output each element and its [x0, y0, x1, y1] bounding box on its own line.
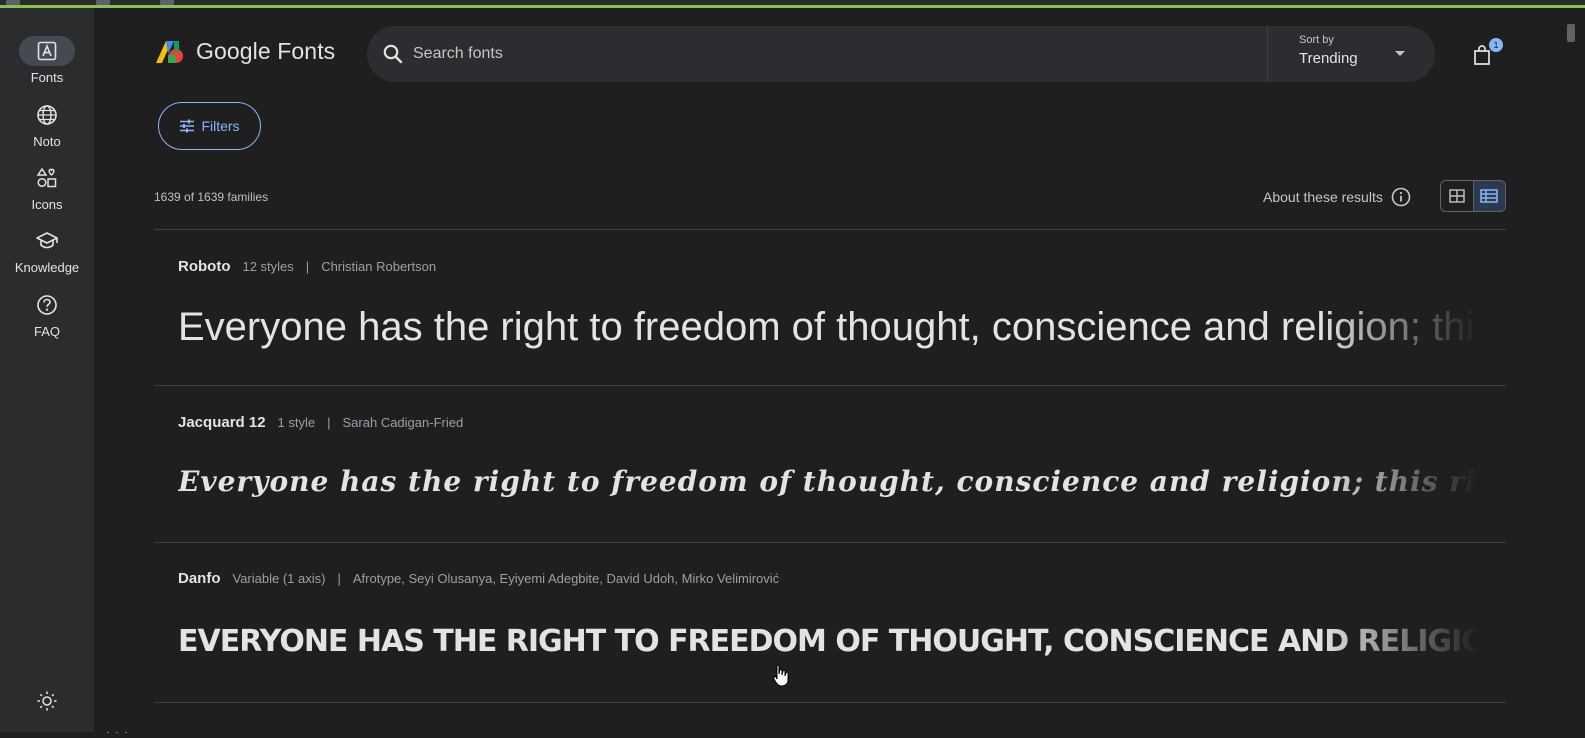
browser-top-strip: [0, 0, 1585, 8]
sort-label: Sort by: [1299, 34, 1334, 46]
font-styles: 12 styles: [242, 259, 294, 274]
grid-icon: [1449, 189, 1465, 203]
rail-label: Noto: [33, 134, 61, 149]
font-name[interactable]: Danfo: [178, 570, 221, 587]
row-divider: [154, 385, 1506, 386]
font-meta: Danfo Variable (1 axis) | Afrotype, Seyi…: [178, 570, 1478, 587]
side-rail: Fonts Noto Icons Knowledge FAQ: [0, 8, 127, 735]
about-results-label: About these results: [1263, 189, 1383, 205]
meta-separator: |: [337, 571, 341, 586]
font-a-icon: [19, 36, 75, 66]
search-icon[interactable]: [381, 42, 405, 66]
meta-separator: |: [305, 259, 310, 274]
result-count: 1639 of 1639 families: [154, 190, 269, 204]
font-styles: 1 style: [277, 415, 316, 430]
tune-icon: [180, 119, 195, 133]
font-preview-text[interactable]: Everyone has the right to freedom of tho…: [178, 305, 1478, 350]
row-divider: [154, 229, 1506, 230]
rail-label: Fonts: [30, 70, 64, 85]
rail-item-knowledge[interactable]: Knowledge: [0, 226, 94, 275]
font-designer: Sarah Cadigan-Fried: [342, 415, 464, 430]
font-preview-text[interactable]: EVERYONE HAS THE RIGHT TO FREEDOM OF THO…: [178, 624, 1478, 659]
font-name[interactable]: Roboto: [178, 258, 230, 275]
theme-toggle-button[interactable]: [0, 690, 94, 717]
sort-divider: [1267, 26, 1268, 82]
font-styles: Variable (1 axis): [232, 571, 326, 586]
graduation-cap-icon: [19, 226, 75, 256]
grid-view-button[interactable]: [1441, 181, 1473, 211]
font-row-roboto[interactable]: Roboto 12 styles | Christian Robertson E…: [178, 258, 1478, 349]
rail-label: FAQ: [33, 324, 60, 339]
filters-label: Filters: [201, 118, 240, 134]
list-view-button[interactable]: [1472, 181, 1505, 211]
rail-item-fonts[interactable]: Fonts: [0, 36, 94, 85]
rail-item-icons[interactable]: Icons: [0, 163, 94, 212]
meta-separator: |: [327, 415, 331, 430]
about-results-link[interactable]: About these results: [1263, 187, 1411, 207]
scrollbar-thumb[interactable]: [1567, 24, 1575, 42]
view-toggle: [1440, 180, 1506, 212]
font-row-danfo[interactable]: Danfo Variable (1 axis) | Afrotype, Seyi…: [178, 570, 1478, 659]
font-designer: Christian Robertson: [321, 259, 437, 274]
search-bar: Sort by Trending: [367, 26, 1435, 82]
font-preview-text[interactable]: Everyone has the right to freedom of tho…: [178, 465, 1478, 498]
google-fonts-logo-icon: [156, 40, 183, 63]
rail-item-noto[interactable]: Noto: [0, 100, 94, 149]
rail-label: Icons: [31, 197, 63, 212]
google-fonts-logo[interactable]: Google Fonts: [154, 38, 335, 65]
rail-label: Knowledge: [14, 260, 80, 275]
shapes-icon: [19, 163, 75, 193]
main-content: Google Fonts Sort by Trending 1 Filters …: [94, 8, 1585, 732]
help-icon: [19, 290, 75, 320]
logo-text: Google Fonts: [196, 38, 336, 64]
font-meta: Roboto 12 styles | Christian Robertson: [178, 258, 1478, 275]
globe-icon: [19, 100, 75, 130]
font-meta: Jacquard 12 1 style | Sarah Cadigan-Frie…: [178, 414, 1478, 431]
row-divider: [154, 542, 1506, 543]
font-name[interactable]: Jacquard 12: [178, 414, 266, 431]
row-divider: [154, 702, 1506, 703]
cart-count-badge: 1: [1489, 38, 1503, 52]
list-icon: [1480, 189, 1499, 203]
sun-icon: [37, 691, 57, 711]
filters-button[interactable]: Filters: [158, 102, 261, 150]
hand-cursor-icon: [773, 664, 789, 687]
rail-item-faq[interactable]: FAQ: [0, 290, 94, 339]
font-designer: Afrotype, Seyi Olusanya, Eyiyemi Adegbit…: [352, 571, 780, 586]
info-icon: [1391, 187, 1411, 207]
caret-down-icon[interactable]: [1394, 50, 1406, 58]
search-input[interactable]: [413, 38, 1253, 70]
font-row-jacquard-12[interactable]: Jacquard 12 1 style | Sarah Cadigan-Frie…: [178, 414, 1478, 498]
